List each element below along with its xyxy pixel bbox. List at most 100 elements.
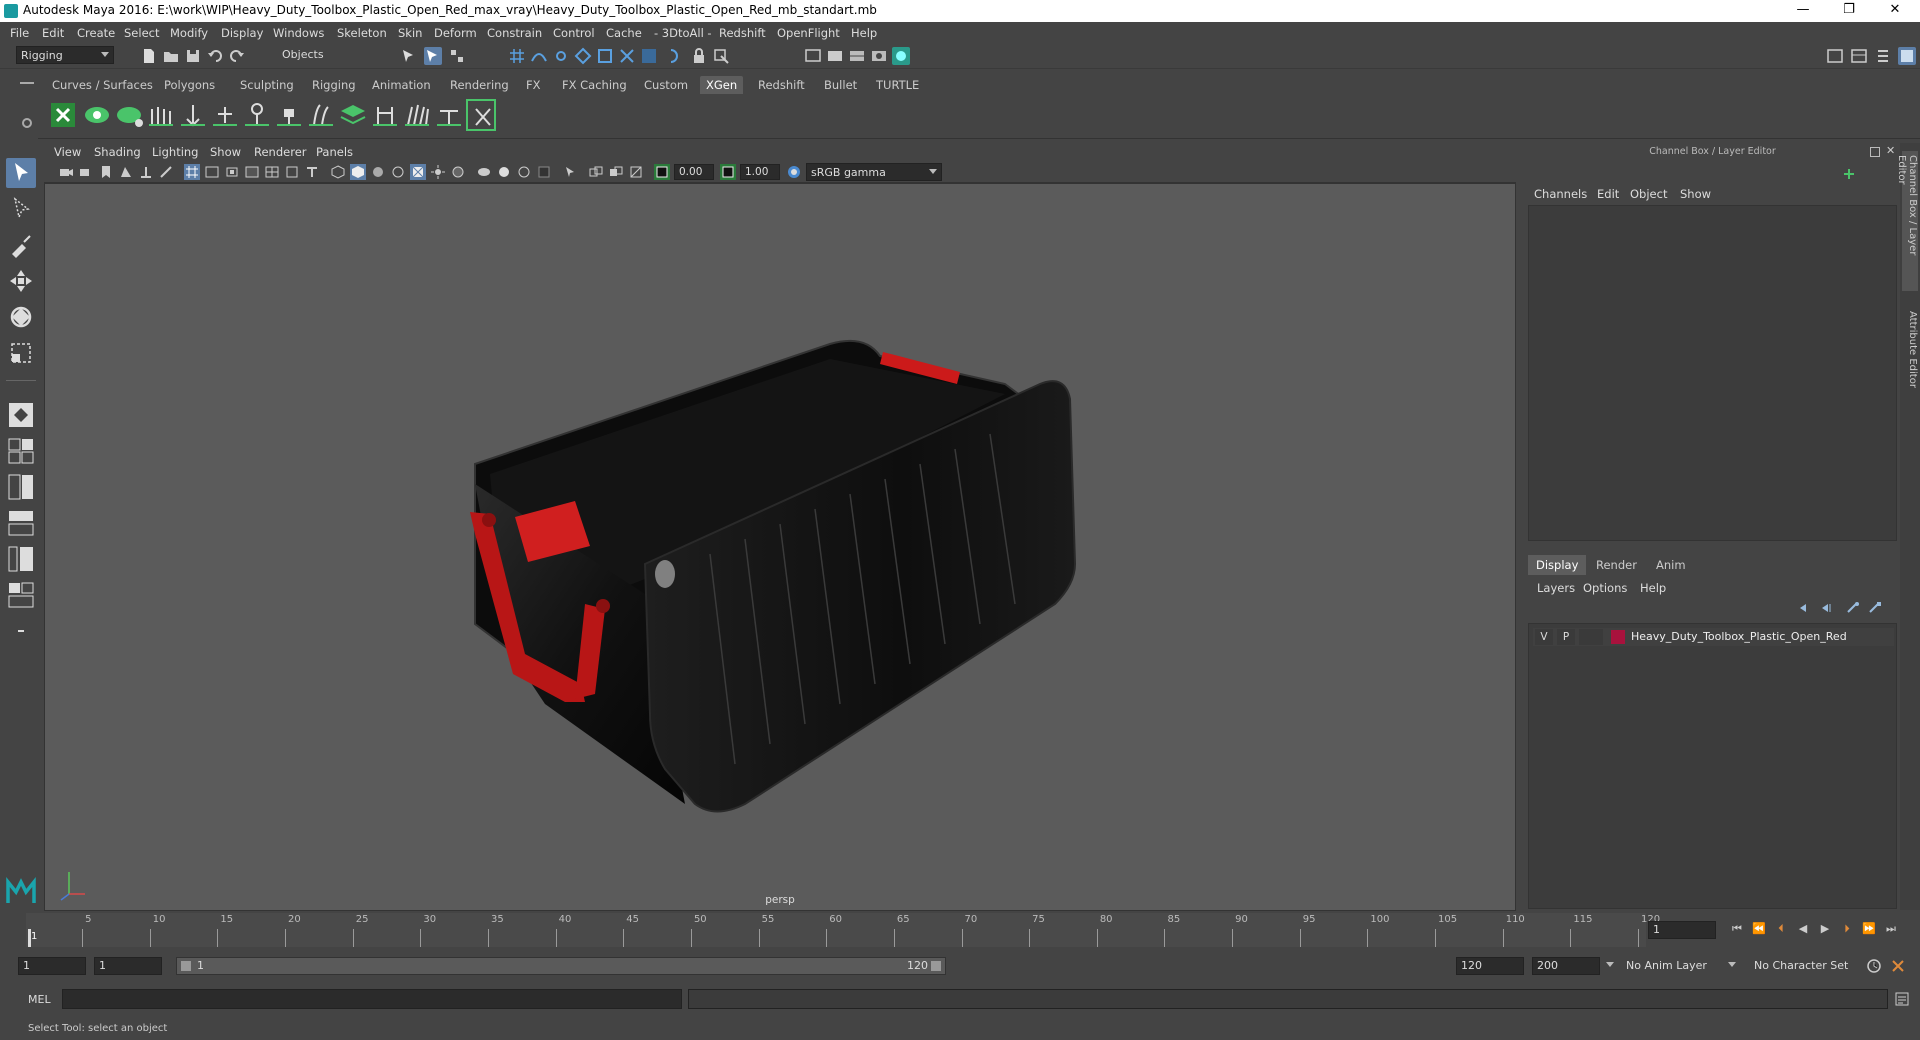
close-button[interactable]: ✕ [1872,0,1918,22]
viewport-menu-view[interactable]: View [54,145,81,159]
snap-surface-icon[interactable] [596,47,614,65]
persp-graph-layout-icon[interactable] [6,544,36,574]
xgen-lock-length-icon[interactable] [274,99,304,131]
shelf-tab-bullet[interactable]: Bullet [818,76,863,94]
character-set-selector[interactable]: No Character Set [1750,957,1868,975]
snap-point-icon[interactable] [552,47,570,65]
layer-editor-mode-icon[interactable] [1842,167,1856,181]
gate-mask-icon[interactable] [244,164,260,180]
field-chart-icon[interactable] [264,164,280,180]
xray-joints-icon[interactable] [608,164,624,180]
script-language-toggle[interactable]: MEL [28,993,51,1006]
anim-layer-selector[interactable]: No Anim Layer [1622,957,1740,975]
image-plane-icon[interactable] [118,164,134,180]
channel-box-menu-edit[interactable]: Edit [1597,187,1619,201]
default-material-icon[interactable] [370,164,386,180]
menu-help[interactable]: Help [851,26,877,40]
mel-command-input[interactable] [62,989,682,1009]
shelf-tab-rendering[interactable]: Rendering [444,76,515,94]
gamma-field[interactable]: 1.00 [740,164,780,180]
motion-blur-icon[interactable] [496,164,512,180]
shelf-tab-turtle[interactable]: TURTLE [870,76,925,94]
menu-constrain[interactable]: Constrain [487,26,542,40]
layer-visibility-toggle[interactable]: V [1535,629,1553,645]
layer-menu-help[interactable]: Help [1640,581,1666,595]
layer-menu-options[interactable]: Options [1583,581,1627,595]
channel-box-menu-object[interactable]: Object [1630,187,1667,201]
shadows-icon[interactable] [450,164,466,180]
toolbox-more-icon[interactable] [6,616,36,646]
isolate-select-icon[interactable] [562,164,578,180]
xgen-place-guides-icon[interactable] [146,99,176,131]
textured-icon[interactable] [410,164,426,180]
playback-end-field[interactable]: 120 [1456,957,1524,975]
new-empty-layer-icon[interactable] [1846,601,1860,615]
select-hierarchy-icon[interactable] [400,47,418,65]
use-all-lights-icon[interactable] [430,164,446,180]
xgen-bend-guide-icon[interactable] [306,99,336,131]
animation-end-field[interactable]: 200 [1532,957,1600,975]
layer-menu-layers[interactable]: Layers [1537,581,1575,595]
screen-space-ao-icon[interactable] [476,164,492,180]
time-slider[interactable]: 1 5 10 15 20 25 30 35 40 45 50 55 60 65 70 75 80 85 90 95 10… [0,913,1920,947]
render-frame-icon[interactable] [804,47,822,65]
menu-set-selector[interactable]: Rigging [16,46,114,64]
current-frame-field[interactable]: 1 [1648,921,1716,939]
select-component-icon[interactable] [448,47,466,65]
camera-select-icon[interactable] [58,164,74,180]
xgen-add-guide-icon[interactable] [178,99,208,131]
viewport-menu-panels[interactable]: Panels [316,145,353,159]
bookmark-icon[interactable] [98,164,114,180]
ipr-render-icon[interactable] [848,47,866,65]
select-object-icon[interactable] [424,47,442,65]
move-tool-icon[interactable] [6,266,36,296]
xgen-layers-icon[interactable] [338,99,368,131]
shelf-tab-redshift[interactable]: Redshift [752,76,811,94]
menu-deform[interactable]: Deform [434,26,477,40]
layer-tab-display[interactable]: Display [1528,555,1587,575]
select-tool-icon[interactable] [6,158,36,188]
script-editor-icon[interactable] [1894,991,1910,1007]
float-panel-icon[interactable] [1870,147,1880,157]
xray-components-icon[interactable] [628,164,644,180]
exposure-field[interactable]: 0.00 [674,164,714,180]
playback-start-field[interactable]: 1 [94,957,162,975]
viewport-menu-lighting[interactable]: Lighting [152,145,198,159]
color-management-icon[interactable] [786,164,802,180]
layer-display-type-toggle[interactable] [1579,629,1603,645]
channel-box-menu-show[interactable]: Show [1680,187,1711,201]
shelf-settings-gear-icon[interactable] [22,118,32,128]
single-perspective-layout-icon[interactable] [6,400,36,430]
auto-key-icon[interactable] [1866,958,1882,974]
render-settings-icon[interactable] [870,47,888,65]
current-time-marker[interactable] [28,929,31,947]
new-layer-from-selection-icon[interactable] [1868,601,1882,615]
shelf-tab-fx[interactable]: FX [520,76,547,94]
layer-playback-toggle[interactable]: P [1557,629,1575,645]
move-layer-up-icon[interactable] [1798,601,1812,615]
scale-tool-icon[interactable] [6,338,36,368]
anti-aliasing-icon[interactable] [516,164,532,180]
animation-start-field[interactable]: 1 [18,957,86,975]
two-d-pan-zoom-icon[interactable] [158,164,174,180]
layer-name[interactable]: Heavy_Duty_Toolbox_Plastic_Open_Red [1631,630,1847,643]
step-forward-frame-button[interactable]: ⏩ [1860,922,1878,938]
xgen-preview-icon[interactable] [82,99,112,131]
play-forward-button[interactable]: ▶ [1816,922,1834,938]
snap-grid-icon[interactable] [508,47,526,65]
smooth-shade-icon[interactable] [350,164,366,180]
channel-box-area[interactable] [1528,205,1897,541]
redo-icon[interactable] [228,47,246,65]
xgen-interactive-groom-icon[interactable] [466,99,496,131]
menu-file[interactable]: File [10,26,29,40]
step-back-key-button[interactable]: ⏴ [1772,922,1790,938]
shelf-tab-custom[interactable]: Custom [638,76,694,94]
menu-3dtoall[interactable]: - 3DtoAll - [654,26,712,40]
rotate-tool-icon[interactable] [6,302,36,332]
step-back-frame-button[interactable]: ⏪ [1750,922,1768,938]
shelf-tab-curves-surfaces[interactable]: Curves / Surfaces [46,76,159,94]
menu-skin[interactable]: Skin [398,26,422,40]
xgen-sculpt-guide-icon[interactable] [210,99,240,131]
animation-preferences-icon[interactable] [1890,958,1906,974]
channel-box-toggle-icon[interactable] [1898,47,1916,65]
